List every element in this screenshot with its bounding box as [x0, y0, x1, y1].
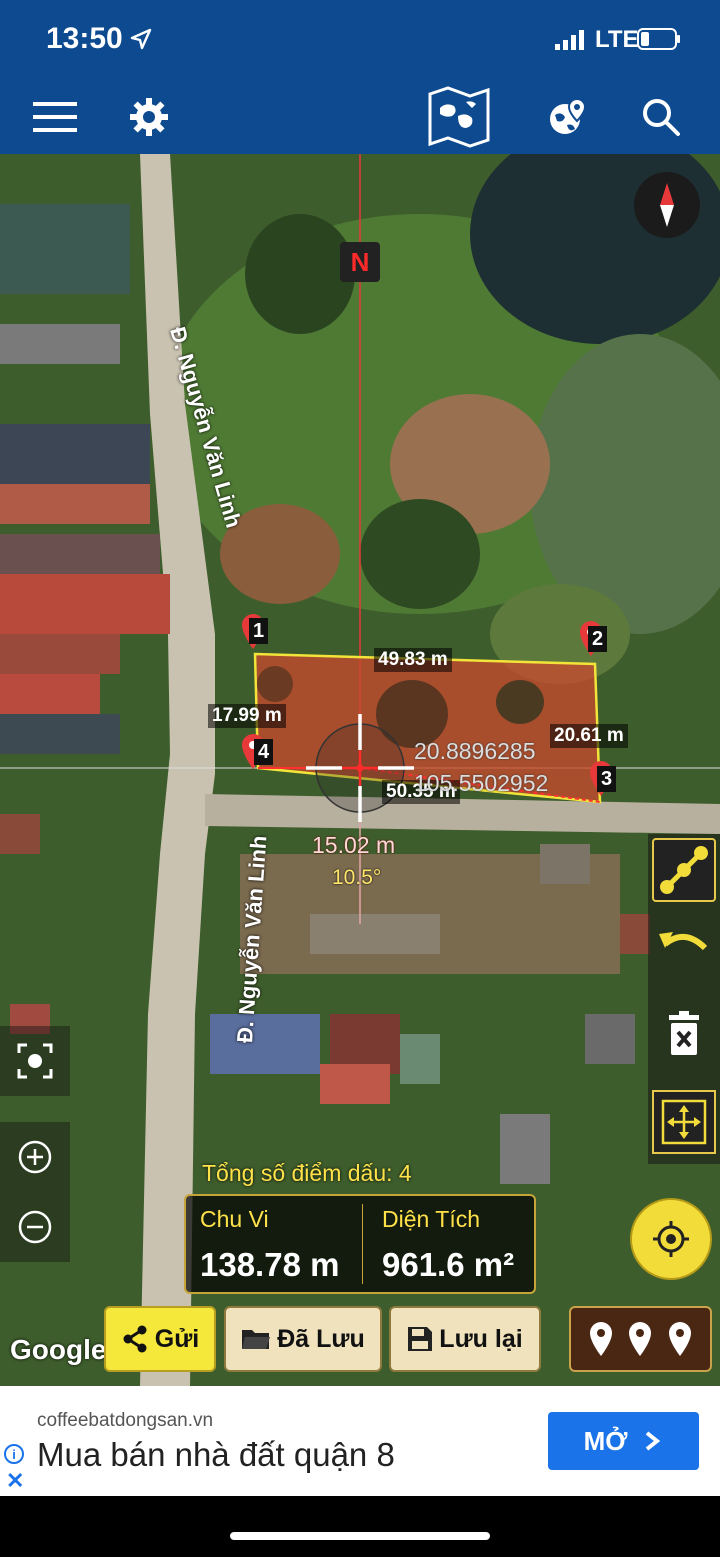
status-time: 13:50 — [46, 22, 123, 55]
ad-close-icon[interactable]: ✕ — [6, 1470, 24, 1492]
markers-menu-button[interactable] — [569, 1306, 712, 1372]
pin-icon — [589, 1322, 612, 1356]
app-bar — [0, 80, 720, 154]
fit-bounds-icon — [661, 1099, 707, 1145]
marker-number: 1 — [249, 618, 269, 644]
globe-location-icon — [550, 97, 587, 134]
menu-button[interactable] — [28, 90, 82, 144]
ad-open-label: MỞ — [583, 1425, 628, 1456]
zoom-out-icon — [18, 1210, 52, 1244]
zoom-in-icon — [18, 1140, 52, 1174]
search-icon — [643, 99, 680, 136]
crosshair-longitude: 105.5502952 — [414, 770, 549, 796]
screenshot-button[interactable] — [0, 1026, 70, 1096]
share-button[interactable]: Gửi — [104, 1306, 216, 1372]
compass-button[interactable] — [634, 172, 700, 238]
marker-number: 4 — [254, 739, 274, 765]
share-label: Gửi — [154, 1324, 200, 1353]
edge-length-left: 17.99 m — [208, 704, 286, 728]
google-attribution: Google — [10, 1334, 107, 1365]
save-button[interactable]: Lưu lại — [389, 1306, 541, 1372]
compass-icon — [660, 183, 674, 227]
ad-url: coffeebatdongsan.vn — [37, 1410, 214, 1431]
location-globe-button[interactable] — [540, 90, 594, 144]
ad-open-button[interactable]: MỞ — [548, 1412, 699, 1470]
saved-button[interactable]: Đã Lưu — [224, 1306, 382, 1372]
signal-icon — [555, 30, 584, 50]
map-type-button[interactable] — [424, 84, 494, 150]
pin-icon — [669, 1322, 692, 1356]
marker-number: 2 — [588, 626, 608, 652]
battery-icon — [637, 28, 680, 50]
save-label: Lưu lại — [439, 1324, 523, 1353]
measurement-summary: Chu Vi 138.78 m Diện Tích 961.6 m² — [184, 1194, 536, 1294]
saved-label: Đã Lưu — [277, 1324, 365, 1353]
menu-icon — [33, 102, 77, 132]
perimeter-value: 138.78 m — [200, 1246, 340, 1283]
ad-info-icon[interactable]: i — [4, 1444, 24, 1464]
area-value: 961.6 m² — [382, 1246, 515, 1283]
edge-length-top: 49.83 m — [374, 648, 452, 672]
map-icon — [428, 86, 490, 148]
crosshair-target-icon — [653, 1221, 689, 1257]
home-indicator[interactable] — [230, 1532, 490, 1540]
ad-title[interactable]: Mua bán nhà đất quận 8 — [37, 1436, 395, 1474]
crosshair-distance: 15.02 m — [312, 832, 396, 858]
zoom-out-button[interactable] — [0, 1192, 70, 1262]
crosshair-angle: 10.5° — [332, 866, 382, 889]
search-button[interactable] — [634, 90, 688, 144]
share-icon — [123, 1325, 147, 1353]
north-indicator: N — [340, 242, 380, 282]
fit-bounds-button[interactable] — [652, 1090, 716, 1154]
settings-button[interactable] — [122, 90, 176, 144]
zoom-in-button[interactable] — [0, 1122, 70, 1192]
satellite-map[interactable]: N Đ. Nguyễn Văn Linh Đ. Nguyễn Văn Linh … — [0, 154, 720, 1386]
area-label: Diện Tích — [382, 1206, 481, 1232]
undo-button[interactable] — [652, 914, 716, 978]
point-count: Tổng số điểm dấu: 4 — [202, 1160, 412, 1186]
network-type: LTE — [595, 26, 639, 53]
stat-divider — [362, 1204, 363, 1284]
undo-icon — [659, 932, 708, 951]
screenshot-icon — [17, 1043, 53, 1079]
delete-icon — [669, 1011, 699, 1055]
floppy-disk-icon — [408, 1327, 433, 1351]
perimeter-label: Chu Vi — [200, 1206, 269, 1232]
status-bar: 13:50 LTE — [0, 0, 720, 80]
chevron-right-icon — [646, 1431, 661, 1451]
ad-banner[interactable]: coffeebatdongsan.vn Mua bán nhà đất quận… — [0, 1386, 720, 1496]
pin-icon — [629, 1322, 652, 1356]
drawing-toolbar — [648, 834, 720, 1164]
location-arrow-icon — [130, 28, 152, 50]
edge-length-right: 20.61 m — [550, 724, 628, 748]
crosshair-latitude: 20.8896285 — [414, 738, 536, 764]
measure-line-icon — [660, 846, 708, 894]
marker-number: 3 — [597, 766, 617, 792]
delete-button[interactable] — [652, 1002, 716, 1066]
measure-line-button[interactable] — [652, 838, 716, 902]
home-area — [0, 1496, 720, 1557]
my-location-button[interactable] — [632, 1200, 710, 1278]
settings-icon — [130, 98, 168, 136]
folder-icon — [242, 1330, 271, 1349]
